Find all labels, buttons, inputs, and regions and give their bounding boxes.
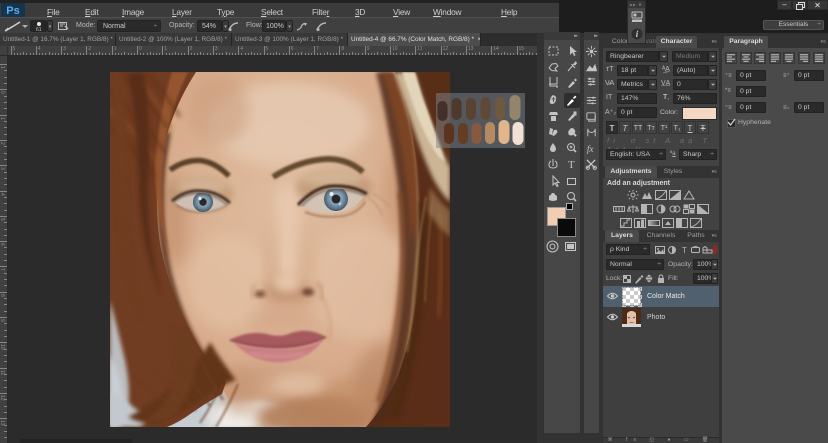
svg-text:fx: fx (587, 145, 595, 155)
svg-text:T: T (568, 159, 575, 171)
svg-text:T: T (682, 246, 687, 255)
